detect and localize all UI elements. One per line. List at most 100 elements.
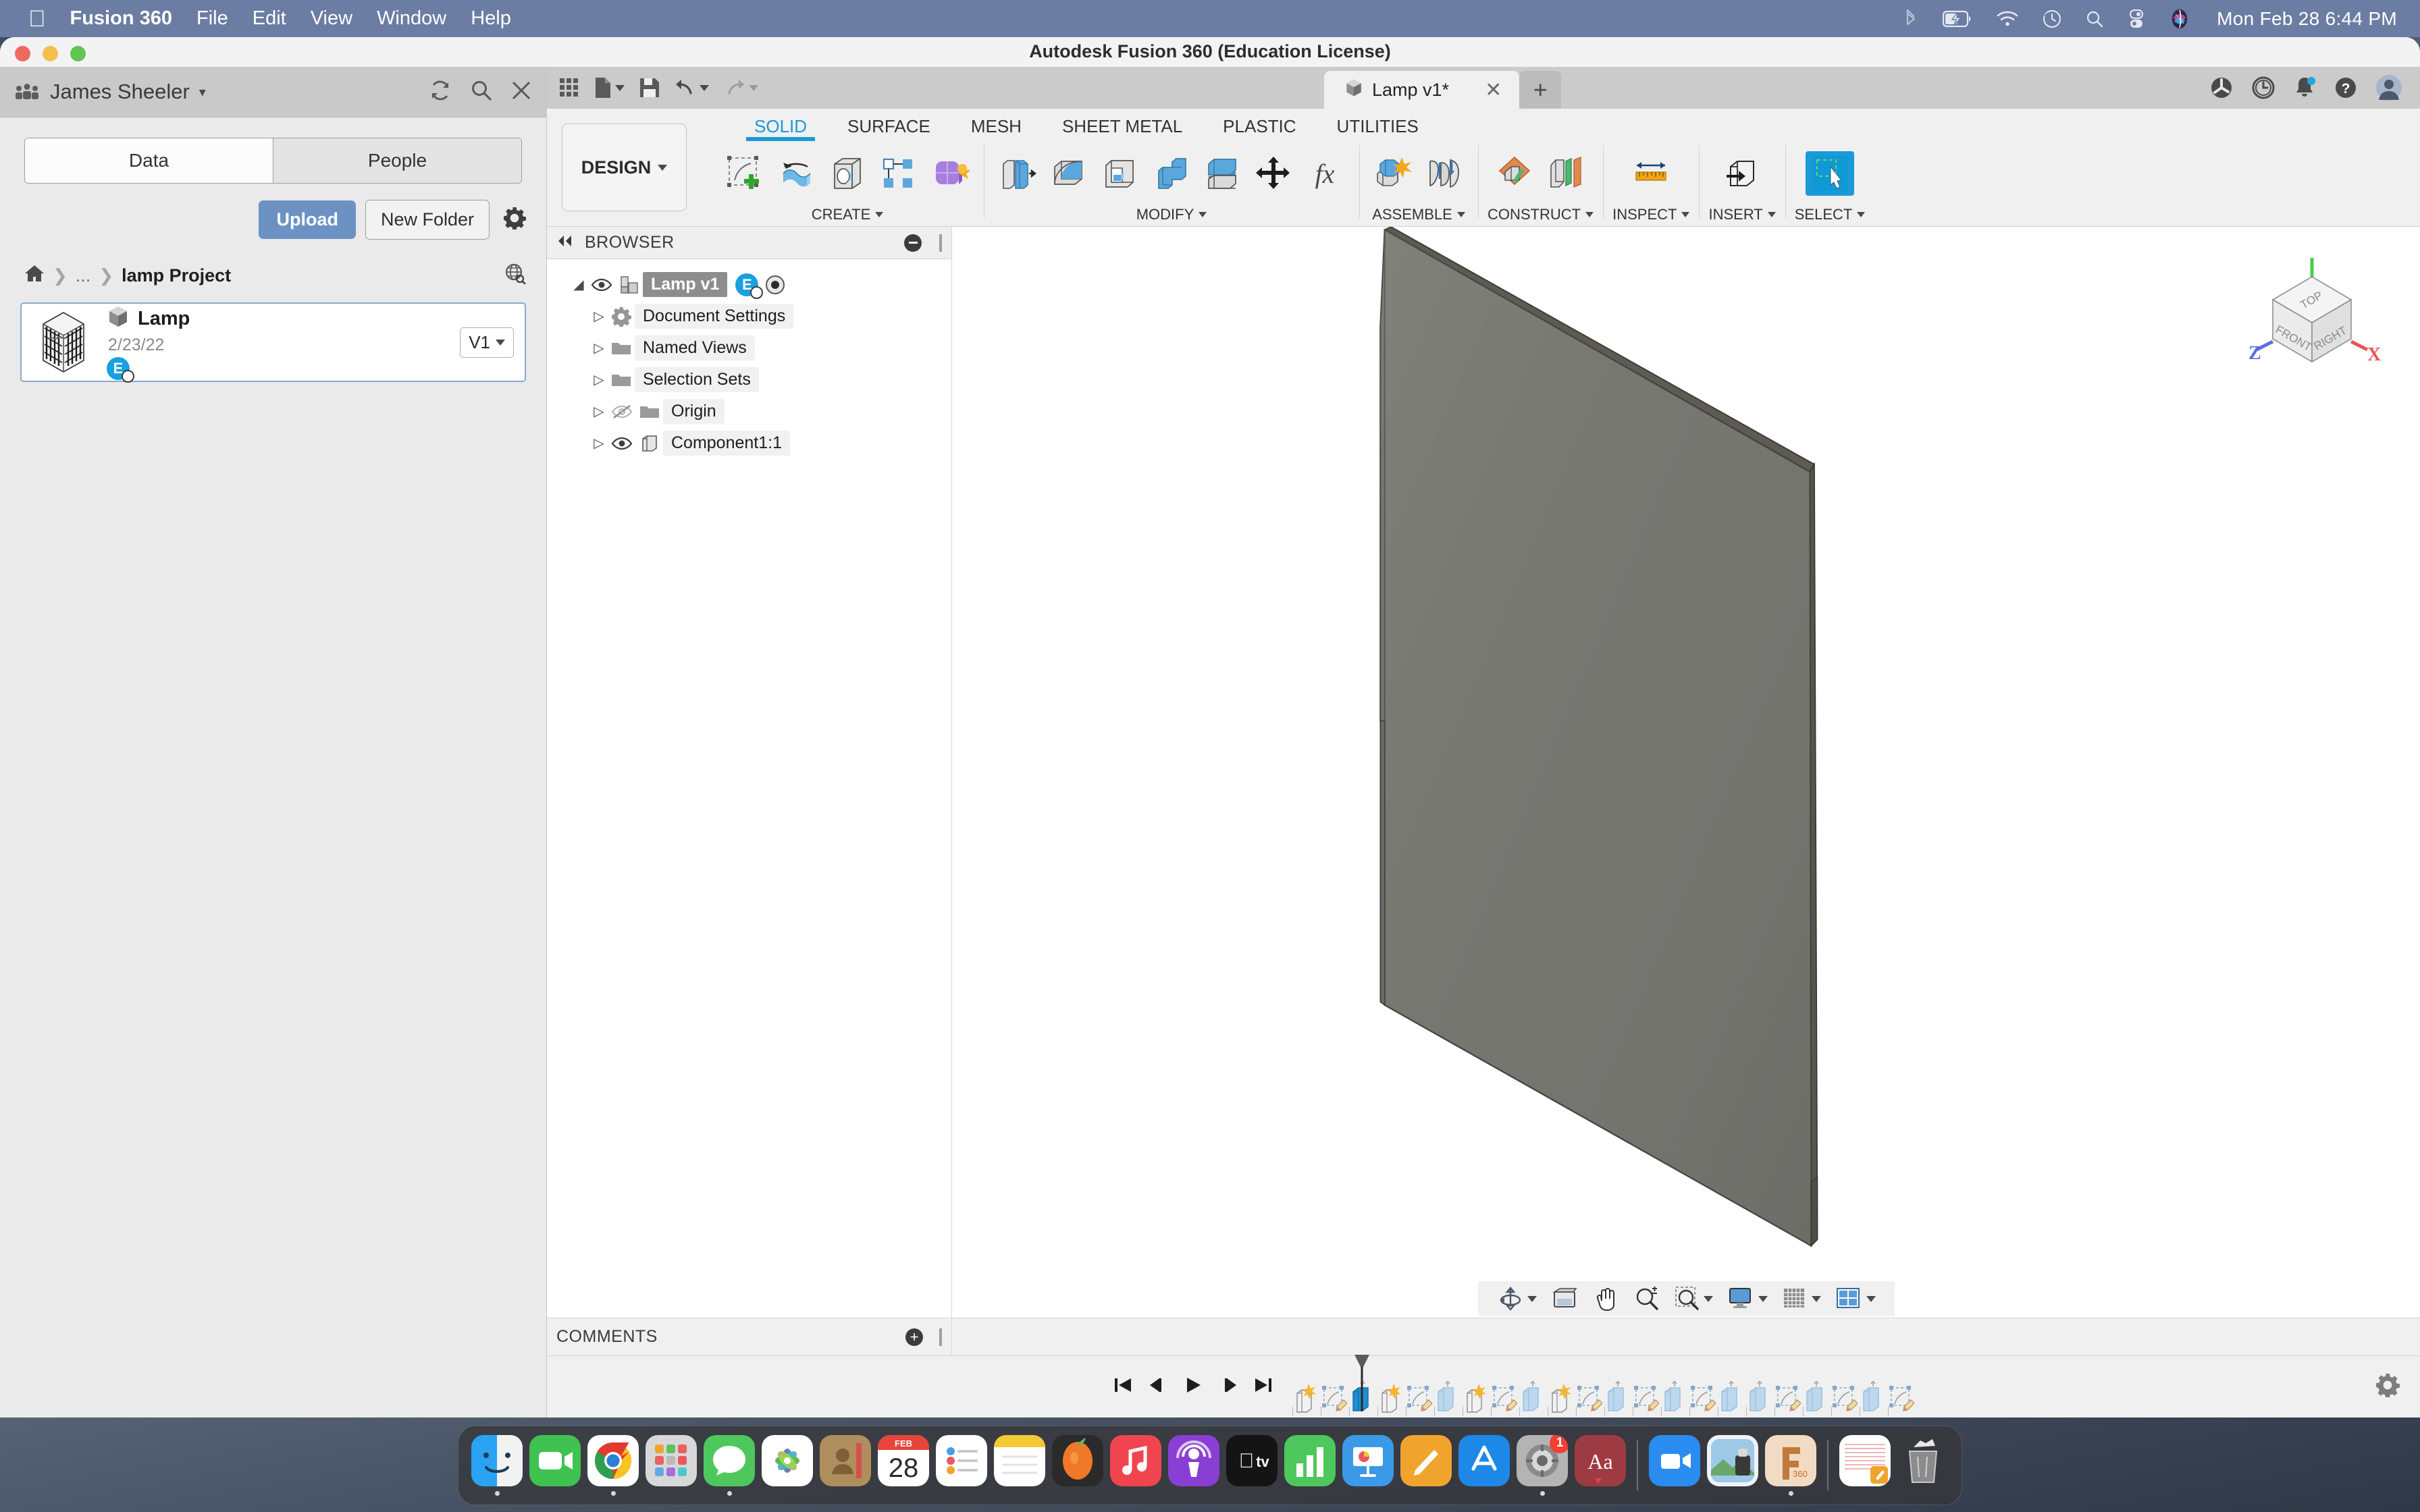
version-selector[interactable]: V1 [460,327,514,358]
measure-icon[interactable] [1627,151,1675,196]
menu-item-help[interactable]: Help [471,7,511,30]
move-copy-icon[interactable] [1250,151,1298,196]
dock-item-apple-tv[interactable]: tv [1223,1435,1281,1496]
fillet-icon[interactable] [1045,151,1093,196]
user-avatar-icon[interactable] [2375,74,2402,101]
document-tab-lamp[interactable]: Lamp v1* ✕ [1324,71,1519,109]
display-settings-icon[interactable] [1724,1287,1772,1311]
select-window-icon[interactable] [1806,151,1854,196]
group-label-insert[interactable]: INSERT [1708,206,1775,226]
group-label-select[interactable]: SELECT [1795,206,1866,226]
tab-data[interactable]: Data [25,138,273,183]
group-label-assemble[interactable]: ASSEMBLE [1372,206,1465,226]
siri-icon[interactable] [2169,8,2190,30]
plane-at-angle-icon[interactable] [1542,151,1591,196]
new-component-icon[interactable] [1369,151,1417,196]
step-back-icon[interactable] [1148,1375,1168,1399]
orbit-icon[interactable] [1493,1285,1541,1312]
tree-node-named-views[interactable]: ▷ Named Views [547,332,951,364]
view-cube[interactable]: Z X TOP FRONT RIGHT [2232,254,2388,379]
dock-item-fl-studio[interactable] [1049,1435,1107,1496]
shell-icon[interactable] [1096,151,1145,196]
timeline-settings-gear-icon[interactable] [2375,1373,2400,1401]
help-question-icon[interactable]: ? [2334,76,2358,100]
dock-item-numbers[interactable] [1281,1435,1339,1496]
dock-item-contacts[interactable] [816,1435,874,1496]
refresh-icon[interactable] [429,79,452,105]
zoom-icon[interactable] [1630,1286,1664,1312]
dock-item-chrome[interactable] [584,1435,642,1496]
insert-derive-icon[interactable] [1718,151,1766,196]
breadcrumb-ellipsis[interactable]: ... [76,265,91,286]
menu-item-view[interactable]: View [311,7,352,30]
dock-item-music[interactable] [1107,1435,1165,1496]
user-name[interactable]: James Sheeler [50,80,190,104]
expand-triangle-right-icon[interactable]: ▷ [590,435,608,452]
dock-item-document-file[interactable] [1836,1435,1894,1496]
tree-node-selection-sets[interactable]: ▷ Selection Sets [547,364,951,396]
tab-mesh[interactable]: MESH [951,116,1042,141]
group-label-inspect[interactable]: INSPECT [1612,206,1689,226]
close-tab-icon[interactable]: ✕ [1485,78,1502,102]
activate-component-radio[interactable] [766,275,785,294]
tab-surface[interactable]: SURFACE [827,116,951,141]
press-pull-icon[interactable] [993,151,1042,196]
pattern-icon[interactable] [874,151,923,196]
dock-item-pages[interactable] [1397,1435,1455,1496]
wifi-icon[interactable] [1997,11,2018,27]
visibility-eye-icon[interactable] [587,277,616,292]
play-icon[interactable] [1183,1375,1203,1399]
tree-node-lamp-v1[interactable]: ◢ [547,269,951,300]
tree-node-document-settings[interactable]: ▷ Document Settings [547,300,951,332]
zoom-window-icon[interactable] [1671,1286,1717,1312]
revolve-icon[interactable] [772,151,820,196]
grid-snaps-icon[interactable] [1779,1287,1825,1310]
upload-button[interactable]: Upload [259,200,356,239]
viewport-canvas[interactable]: Z X TOP FRONT RIGHT [952,227,2420,1318]
new-folder-button[interactable]: New Folder [365,200,490,240]
group-label-modify[interactable]: MODIFY [1136,206,1207,226]
home-icon[interactable] [24,264,45,288]
dock-item-photos[interactable] [758,1435,816,1496]
tab-sheet-metal[interactable]: SHEET METAL [1042,116,1203,141]
apple-logo-icon[interactable]:  [28,7,46,30]
dock-item-launchpad[interactable] [642,1435,700,1496]
dock-item-system-preferences[interactable]: 1 [1513,1435,1571,1496]
dock-item-zoom[interactable] [1646,1435,1704,1496]
offset-plane-icon[interactable] [1491,151,1540,196]
dock-item-finder[interactable] [468,1435,526,1496]
tab-solid[interactable]: SOLID [734,116,827,141]
dock-item-keynote[interactable] [1339,1435,1397,1496]
dock-item-dictionary[interactable]: Aa [1571,1435,1629,1496]
undo-icon[interactable] [675,78,709,97]
menu-item-file[interactable]: File [196,7,228,30]
menu-item-window[interactable]: Window [377,7,446,30]
look-at-icon[interactable] [1548,1287,1583,1311]
close-icon[interactable] [511,80,531,104]
step-forward-icon[interactable] [1218,1375,1238,1399]
combine-icon[interactable] [1147,151,1196,196]
pan-icon[interactable] [1589,1286,1623,1312]
notifications-bell-icon[interactable] [2293,76,2316,100]
menubar-clock[interactable]: Mon Feb 28 6:44 PM [2217,8,2397,30]
bluetooth-icon[interactable] [1903,8,1918,30]
redo-icon[interactable] [724,78,758,97]
file-card-lamp[interactable]: Lamp 2/23/22 E V1 [20,302,526,382]
tab-plastic[interactable]: PLASTIC [1203,116,1316,141]
new-file-icon[interactable] [594,77,625,99]
menu-item-edit[interactable]: Edit [253,7,286,30]
design-workspace-selector[interactable]: DESIGN [562,124,687,211]
viewports-icon[interactable] [1832,1287,1880,1310]
control-center-icon[interactable] [2128,9,2145,28]
gear-icon[interactable] [503,207,526,233]
battery-charging-icon[interactable] [1943,10,1972,28]
expand-triangle-right-icon[interactable]: ▷ [590,308,608,325]
tree-node-component1[interactable]: ▷ [547,427,951,459]
extensions-icon[interactable] [2209,76,2234,100]
tree-node-origin[interactable]: ▷ [547,396,951,427]
comments-resize-grip[interactable] [939,1328,942,1346]
skip-to-end-icon[interactable] [1253,1375,1273,1399]
minimize-icon[interactable] [904,234,922,252]
skip-to-start-icon[interactable] [1113,1375,1133,1399]
expand-triangle-down-icon[interactable]: ◢ [570,276,587,293]
